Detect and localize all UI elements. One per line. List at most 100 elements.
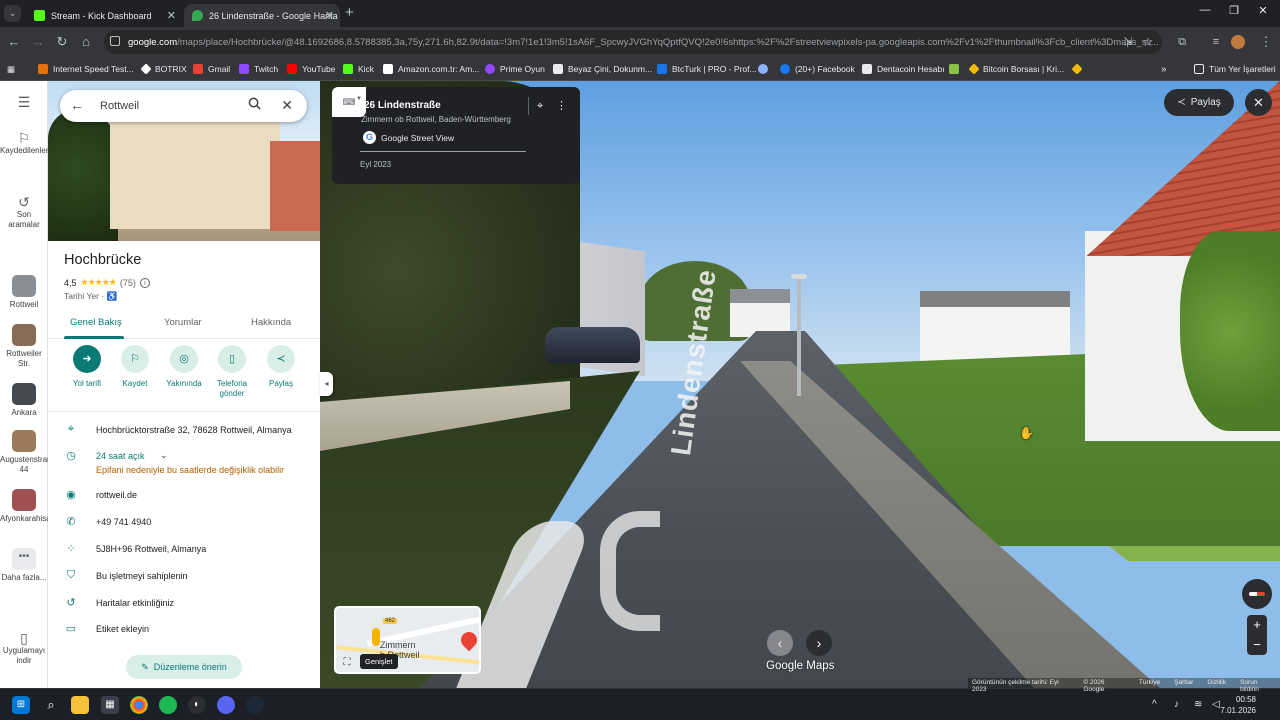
browser-tab-kick[interactable]: Stream - Kick Dashboard ✕ <box>26 4 182 27</box>
save-button[interactable]: ⚐ Kaydet <box>109 345 161 389</box>
microphone-icon[interactable]: ♪ <box>1174 699 1179 710</box>
expand-icon[interactable]: ⛶ <box>340 656 354 670</box>
clear-search-icon[interactable]: ✕ <box>281 97 293 114</box>
bookmark-youtube[interactable]: YouTube <box>287 62 335 76</box>
footer-terms[interactable]: Şartlar <box>1174 679 1193 687</box>
bookmark-btcturk[interactable]: BtcTurk | PRO - Prof... <box>657 62 757 76</box>
phone-row[interactable]: ✆ +49 741 4940 <box>48 513 320 535</box>
send-to-phone-button[interactable]: ▯ Telefona gönder <box>206 345 258 399</box>
sv-date[interactable]: Eyl 2023 <box>360 160 391 169</box>
wifi-icon[interactable]: ≋ <box>1194 699 1202 710</box>
maximize-button[interactable]: ❐ <box>1219 4 1249 17</box>
address-bar[interactable]: google.com/maps/place/Hochbrücke/@48.169… <box>104 30 1162 54</box>
bookmark-dentacoin[interactable]: Dentacoin Hesabı <box>862 62 945 76</box>
store-icon[interactable]: ▦ <box>101 696 119 714</box>
rail-recent[interactable]: ↺ Son aramalar <box>0 195 48 230</box>
bookmark-beyaz-cini[interactable]: Beyaz Çini, Dokunm... <box>553 62 652 76</box>
nearby-button[interactable]: ◎ Yakınında <box>158 345 210 389</box>
mini-map[interactable]: 462 Zimmern b Rottweil ⛶ <box>334 606 481 674</box>
tab-close-icon[interactable]: ✕ <box>325 9 334 22</box>
media-controls-icon[interactable]: ≡ <box>1207 33 1225 51</box>
menu-kebab-icon[interactable]: ⋮ <box>1257 33 1275 51</box>
volume-icon[interactable]: ◁ <box>1212 699 1220 710</box>
share-button[interactable]: ≺ Paylaş <box>255 345 307 389</box>
tab-about[interactable]: Hakkında <box>251 317 291 328</box>
system-clock[interactable]: 00:58 7.01.2026 <box>1220 694 1256 716</box>
tab-search-button[interactable]: ⌄ <box>4 5 21 22</box>
home-icon[interactable]: ⌂ <box>77 33 95 51</box>
menu-hamburger-icon[interactable]: ☰ <box>0 95 48 110</box>
bookmark-twitch[interactable]: Twitch <box>239 62 278 76</box>
bookmark-unnamed[interactable] <box>758 62 773 76</box>
discord-icon[interactable] <box>217 696 235 714</box>
collapse-panel-button[interactable]: ◂ <box>320 372 333 396</box>
rail-more[interactable]: ••• Daha fazla... <box>0 548 48 583</box>
minimize-button[interactable]: — <box>1190 4 1220 16</box>
zoom-out-button[interactable]: − <box>1247 635 1267 655</box>
bookmark-bitcoin-borsasi[interactable]: Bitcoin Borsası | Kri... <box>968 62 1064 76</box>
place-category[interactable]: Tarihi Yer <box>64 291 99 301</box>
add-label-row[interactable]: ▭ Etiket ekleyin <box>48 620 320 642</box>
bookmark-prime-gaming[interactable]: Prime Oyun <box>485 62 545 76</box>
maps-activity-row[interactable]: ↺ Haritalar etkinliğiniz <box>48 594 320 616</box>
file-explorer-icon[interactable] <box>71 696 89 714</box>
previous-arrow-button[interactable]: ‹ <box>767 630 793 656</box>
compass-button[interactable] <box>1242 579 1272 609</box>
browser-tab-maps[interactable]: 26 Lindenstraße - Google Harita ✕ <box>184 4 340 27</box>
rail-get-app[interactable]: ▯ Uygulamayı indir <box>0 631 48 666</box>
search-input[interactable] <box>100 97 240 115</box>
tray-chevron-up-icon[interactable]: ^ <box>1152 699 1157 710</box>
chevron-down-icon[interactable]: ▼ <box>356 96 362 102</box>
website-row[interactable]: ◉ rottweil.de <box>48 486 320 508</box>
next-arrow-button[interactable]: › <box>806 630 832 656</box>
bookmark-star-icon[interactable]: ☆ <box>1139 33 1157 51</box>
footer-report[interactable]: Sorun bildirin <box>1240 679 1276 693</box>
tab-close-icon[interactable]: ✕ <box>167 9 176 22</box>
bookmark-botrix[interactable]: BOTRIX <box>140 62 187 76</box>
search-icon[interactable]: ⌕ <box>42 696 60 714</box>
app-icon[interactable]: ◐ <box>188 696 206 714</box>
zoom-in-button[interactable]: + <box>1247 615 1267 635</box>
rail-history-ankara[interactable]: Ankara <box>0 383 48 418</box>
reload-icon[interactable]: ↻ <box>53 33 71 51</box>
chevron-down-icon[interactable]: ⌄ <box>160 450 168 461</box>
suggest-edit-button[interactable]: ✎ Düzenleme önerin <box>126 655 242 679</box>
bookmark-amazon[interactable]: Amazon.com.tr: Am... <box>383 62 479 76</box>
directions-button[interactable]: ➜ Yol tarifi <box>61 345 113 389</box>
new-tab-button[interactable]: + <box>345 4 354 21</box>
rail-history-augustenstrasse[interactable]: Augustenstraße 44 <box>0 430 56 475</box>
tab-reviews[interactable]: Yorumlar <box>164 317 202 328</box>
keyboard-icon[interactable]: ⌨ <box>332 87 366 117</box>
rail-saved[interactable]: ⚐ Kaydedilenler <box>0 131 48 156</box>
profile-avatar[interactable] <box>1231 35 1245 49</box>
address-row[interactable]: ⌖ Hochbrücktorstraße 32, 78628 Rottweil, … <box>48 421 320 443</box>
forward-icon[interactable]: → <box>29 33 47 51</box>
bookmark-speedtest[interactable]: Internet Speed Test... <box>38 62 134 76</box>
spotify-icon[interactable] <box>159 696 177 714</box>
close-street-view-button[interactable]: ✕ <box>1245 89 1272 116</box>
windows-start-icon[interactable]: ⊞ <box>12 696 30 714</box>
install-app-icon[interactable]: ⇲ <box>1119 33 1137 51</box>
back-icon[interactable]: ← <box>5 33 23 51</box>
search-icon[interactable] <box>248 97 261 110</box>
sv-share-button[interactable]: ≺ Paylaş <box>1164 89 1234 116</box>
bookmark-binance[interactable] <box>1071 62 1086 76</box>
footer-region[interactable]: Türkiye <box>1139 679 1160 687</box>
rail-history-rottweiler-str[interactable]: Rottweiler Str. <box>0 324 48 369</box>
more-bookmarks-chevron-icon[interactable]: » <box>1161 62 1167 76</box>
rail-history-afyonkarahisar[interactable]: Afyonkarahisar... <box>0 489 60 524</box>
apps-grid-icon[interactable]: ▦ <box>7 62 15 76</box>
footer-privacy[interactable]: Gizlilik <box>1207 679 1226 687</box>
location-pin-icon[interactable]: ⌖ <box>537 100 543 113</box>
review-count[interactable]: (75) <box>120 278 136 288</box>
info-icon[interactable]: i <box>139 277 150 288</box>
steam-icon[interactable] <box>246 696 264 714</box>
all-bookmarks-folder[interactable]: Tüm Yer İşaretleri <box>1194 62 1276 76</box>
chrome-icon[interactable] <box>130 696 148 714</box>
site-info-icon[interactable] <box>110 36 120 46</box>
tab-overview[interactable]: Genel Bakış <box>70 317 122 328</box>
extensions-icon[interactable]: ⧉ <box>1173 33 1191 51</box>
plus-code-row[interactable]: ⁘ 5J8H+96 Rottweil, Almanya <box>48 540 320 562</box>
bookmark-facebook[interactable]: (20+) Facebook <box>780 62 855 76</box>
more-options-icon[interactable]: ⋮ <box>556 99 567 112</box>
